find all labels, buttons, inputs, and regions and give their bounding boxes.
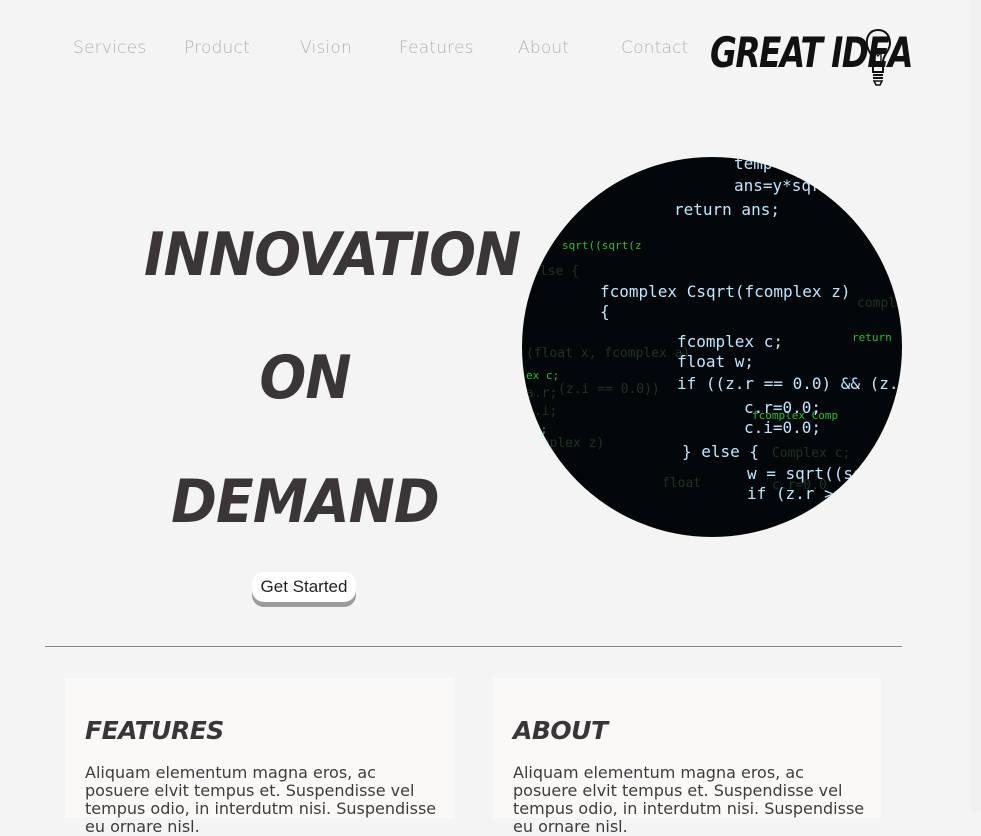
features-card-text: Aliquam elementum magna eros, ac posuere… xyxy=(85,763,437,836)
code-illustration: sqrt((sqrt(z else { (float x, fcomplex a) e… xyxy=(526,157,902,527)
code-bg-fragment: Complex c; xyxy=(772,446,850,461)
code-line: c.r xyxy=(802,508,831,527)
section-divider xyxy=(45,646,902,647)
page-scrollbar[interactable] xyxy=(970,0,981,811)
nav-link-product[interactable]: Product xyxy=(184,38,250,58)
code-line: c.r=0.0; xyxy=(744,398,821,417)
hero-code-image: sqrt((sqrt(z else { (float x, fcomplex a) e… xyxy=(522,157,902,537)
code-bg-fragment: a.r; xyxy=(526,386,557,401)
code-bg-fragment: c; xyxy=(534,423,547,436)
nav-link-services[interactable]: Services xyxy=(73,38,146,58)
code-line: ans=y*sqrt(1.0+temp*temp xyxy=(734,176,902,195)
code-line: } else { xyxy=(682,442,759,461)
code-bg-fragment: else { xyxy=(532,264,579,279)
code-line: if ((z.r == 0.0) && (z.i == 0.0)) xyxy=(677,374,902,393)
features-card-title: FEATURES xyxy=(85,716,224,745)
code-line: w = sqrt((sqrt(z.r*z xyxy=(747,464,902,483)
lightbulb-icon xyxy=(865,28,892,86)
code-line: float w; xyxy=(677,352,754,371)
code-line: fcomplex c; xyxy=(677,332,783,351)
features-card: FEATURES Aliquam elementum magna eros, a… xyxy=(65,678,453,836)
code-bg-fragment: sqrt((sqrt(z xyxy=(562,239,641,252)
code-bg-fragment: ex c; xyxy=(526,369,559,382)
code-line: fcomplex Csqrt(fcomplex z) xyxy=(600,282,850,301)
code-bg-fragment: (float x, fcomplex a) xyxy=(526,346,690,361)
nav-link-contact[interactable]: Contact xyxy=(621,38,689,58)
hero-title-line-1: INNOVATION xyxy=(144,220,521,290)
get-started-button[interactable]: Get Started xyxy=(252,572,356,602)
logo[interactable]: GREAT IDEA xyxy=(708,28,914,90)
hero-title-line-2: ON xyxy=(259,343,351,413)
code-line: if (z.r >= 0.0) xyxy=(747,484,892,503)
code-line: c.i=0.0; xyxy=(744,418,821,437)
code-bg-fragment: (z.i == 0.0)) xyxy=(558,382,660,397)
nav-link-features[interactable]: Features xyxy=(399,38,474,58)
code-bg-fragment: float xyxy=(662,476,701,491)
code-line: { xyxy=(600,302,610,321)
about-card-title: ABOUT xyxy=(513,716,608,745)
code-bg-fragment: complex z) xyxy=(526,436,604,451)
nav-link-about[interactable]: About xyxy=(518,38,569,58)
about-card: ABOUT Aliquam elementum magna eros, ac p… xyxy=(493,678,881,836)
code-line: temp=x/y; xyxy=(734,157,821,173)
hero-title-line-3: DEMAND xyxy=(171,467,440,537)
code-bg-fragment: return xyxy=(852,331,892,344)
code-bg-fragment: a.i; xyxy=(526,404,557,419)
code-line: return ans; xyxy=(674,200,780,219)
code-bg-fragment: complex z xyxy=(857,296,902,311)
about-card-text: Aliquam elementum magna eros, ac posuere… xyxy=(513,763,865,836)
top-nav: Services Product Vision Features About C… xyxy=(0,0,914,95)
nav-link-vision[interactable]: Vision xyxy=(300,38,352,58)
